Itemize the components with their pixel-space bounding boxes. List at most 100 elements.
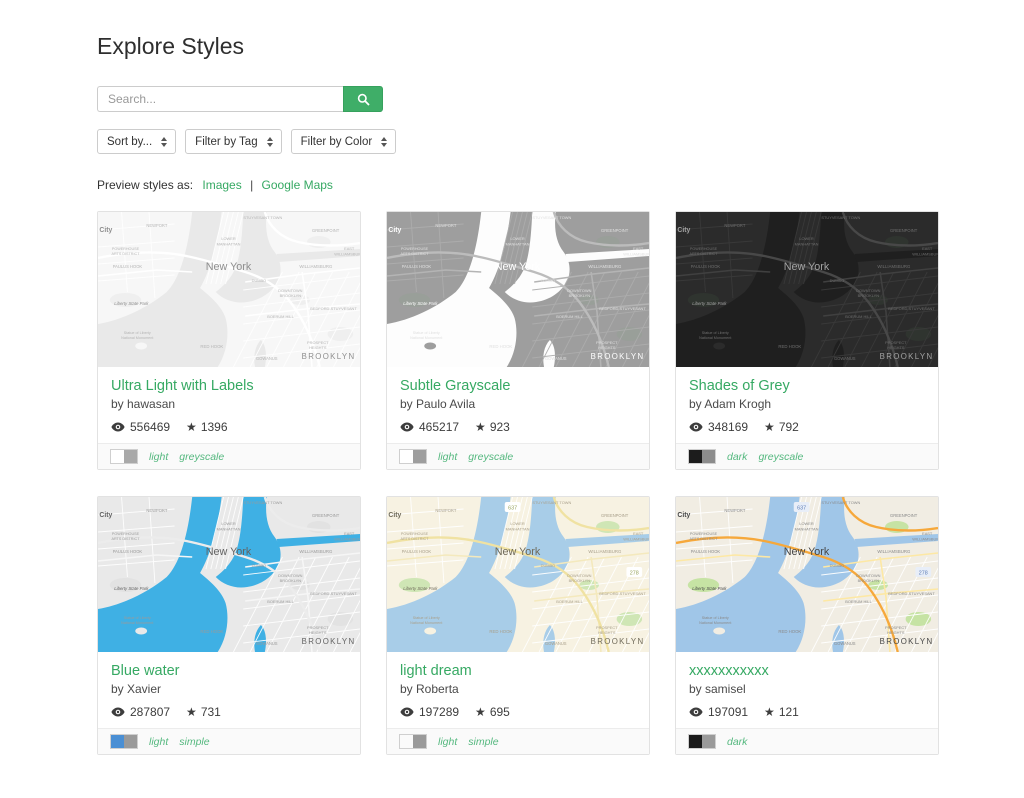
preview-as-maps-link[interactable]: Google Maps <box>262 178 333 192</box>
style-title-link[interactable]: Subtle Grayscale <box>400 378 636 394</box>
svg-text:ARTS DISTRICT: ARTS DISTRICT <box>111 537 140 541</box>
swatch-color <box>124 735 137 748</box>
style-tag[interactable]: light <box>438 451 457 463</box>
style-card: 278 637 City NEWPORT STUYVESANT TOWN GRE… <box>97 211 361 470</box>
svg-text:Statue of Liberty: Statue of Liberty <box>413 616 440 620</box>
style-card-footer: light greyscale <box>98 443 360 469</box>
svg-text:BEDFORD-STUYVESANT: BEDFORD-STUYVESANT <box>310 591 357 596</box>
preview-as-images-link[interactable]: Images <box>202 178 241 192</box>
style-title-link[interactable]: Blue water <box>111 663 347 679</box>
svg-text:LOWER: LOWER <box>510 236 525 241</box>
style-author: by Roberta <box>400 682 459 696</box>
svg-text:WILLIAMSBURG: WILLIAMSBURG <box>299 549 333 554</box>
style-author: by hawasan <box>111 397 176 411</box>
svg-text:GREENPOINT: GREENPOINT <box>890 513 918 518</box>
search-button[interactable] <box>343 86 383 112</box>
svg-text:278: 278 <box>919 285 928 291</box>
style-tag[interactable]: light <box>438 736 457 748</box>
map-preview[interactable]: 278 637 City NEWPORT STUYVESANT TOWN GRE… <box>387 497 649 652</box>
svg-text:BEDFORD-STUYVESANT: BEDFORD-STUYVESANT <box>310 306 357 311</box>
style-card: 278 637 City NEWPORT STUYVESANT TOWN GRE… <box>386 211 650 470</box>
svg-text:BEDFORD-STUYVESANT: BEDFORD-STUYVESANT <box>888 306 935 311</box>
filter-by-tag-select[interactable]: Filter by Tag <box>185 129 282 154</box>
svg-text:City: City <box>99 227 112 234</box>
preview-as-row: Preview styles as: Images | Google Maps <box>97 178 870 192</box>
style-tag[interactable]: dark <box>727 451 747 463</box>
svg-text:637: 637 <box>797 220 806 226</box>
explore-styles-page: Explore Styles Sort by... Filter by Tag <box>0 0 1024 798</box>
style-card-footer: light simple <box>387 728 649 754</box>
style-color-swatch <box>688 449 716 464</box>
svg-text:RED HOOK: RED HOOK <box>778 344 801 349</box>
svg-text:LOWER: LOWER <box>221 521 236 526</box>
svg-text:WILLIAMSBURG: WILLIAMSBURG <box>623 251 649 256</box>
search-input[interactable] <box>97 86 343 112</box>
svg-text:RED HOOK: RED HOOK <box>489 344 512 349</box>
svg-text:637: 637 <box>508 505 517 511</box>
svg-text:National Monument: National Monument <box>699 621 732 625</box>
svg-text:ARTS DISTRICT: ARTS DISTRICT <box>689 252 718 256</box>
svg-text:POWERHOUSE: POWERHOUSE <box>690 247 718 251</box>
svg-text:BOERUM HILL: BOERUM HILL <box>556 314 583 319</box>
svg-text:BROOKLYN: BROOKLYN <box>858 578 880 583</box>
style-color-swatch <box>399 449 427 464</box>
style-stats: 556469 ★ 1396 <box>111 420 347 434</box>
svg-text:GREENPOINT: GREENPOINT <box>312 513 340 518</box>
style-tag[interactable]: light <box>149 736 168 748</box>
svg-text:GREENPOINT: GREENPOINT <box>601 228 629 233</box>
svg-text:GOWANUS: GOWANUS <box>834 641 856 646</box>
star-icon: ★ <box>475 705 486 719</box>
svg-text:ARTS DISTRICT: ARTS DISTRICT <box>400 537 429 541</box>
style-tag[interactable]: greyscale <box>758 451 803 463</box>
style-tag[interactable]: greyscale <box>179 451 224 463</box>
style-tag[interactable]: light <box>149 451 168 463</box>
map-preview[interactable]: 278 637 City NEWPORT STUYVESANT TOWN GRE… <box>98 497 360 652</box>
svg-text:LOWER: LOWER <box>221 236 236 241</box>
style-tag[interactable]: simple <box>468 736 498 748</box>
map-preview[interactable]: 278 637 City NEWPORT STUYVESANT TOWN GRE… <box>676 497 938 652</box>
svg-text:DUMBO: DUMBO <box>541 278 556 283</box>
svg-text:MANHATTAN: MANHATTAN <box>506 526 530 531</box>
map-preview[interactable]: 278 637 City NEWPORT STUYVESANT TOWN GRE… <box>676 212 938 367</box>
svg-text:NEWPORT: NEWPORT <box>435 508 456 513</box>
favorites-count: 923 <box>489 420 510 434</box>
style-card: 278 637 City NEWPORT STUYVESANT TOWN GRE… <box>386 496 650 755</box>
svg-text:GOWANUS: GOWANUS <box>545 356 567 361</box>
svg-text:HEIGHTS: HEIGHTS <box>598 630 616 635</box>
sort-by-select[interactable]: Sort by... <box>97 129 177 154</box>
svg-text:NEWPORT: NEWPORT <box>724 223 745 228</box>
svg-text:Liberty State Park: Liberty State Park <box>692 301 727 306</box>
svg-text:City: City <box>388 512 401 519</box>
select-arrows-icon <box>161 136 168 147</box>
style-title-link[interactable]: xxxxxxxxxxx <box>689 663 925 679</box>
map-preview[interactable]: 278 637 City NEWPORT STUYVESANT TOWN GRE… <box>387 212 649 367</box>
style-stats: 287807 ★ 731 <box>111 705 347 719</box>
swatch-color <box>413 735 426 748</box>
swatch-color <box>702 735 715 748</box>
svg-text:City: City <box>99 512 112 519</box>
style-card: 278 637 City NEWPORT STUYVESANT TOWN GRE… <box>675 496 939 755</box>
style-tag[interactable]: dark <box>727 736 747 748</box>
svg-text:RED HOOK: RED HOOK <box>200 344 223 349</box>
style-tag[interactable]: simple <box>179 736 209 748</box>
search-icon <box>357 93 370 106</box>
svg-text:STUYVESANT TOWN: STUYVESANT TOWN <box>821 500 860 505</box>
style-title-link[interactable]: Ultra Light with Labels <box>111 378 347 394</box>
views-count: 465217 <box>419 420 460 434</box>
style-title-link[interactable]: Shades of Grey <box>689 378 925 394</box>
svg-text:NEWPORT: NEWPORT <box>724 508 745 513</box>
svg-text:Statue of Liberty: Statue of Liberty <box>124 331 151 335</box>
style-card-footer: light simple <box>98 728 360 754</box>
svg-text:Liberty State Park: Liberty State Park <box>403 301 438 306</box>
filter-by-color-select[interactable]: Filter by Color <box>290 129 397 154</box>
swatch-color <box>111 450 124 463</box>
map-preview[interactable]: 278 637 City NEWPORT STUYVESANT TOWN GRE… <box>98 212 360 367</box>
svg-text:NEWPORT: NEWPORT <box>435 223 456 228</box>
svg-text:WILLIAMSBURG: WILLIAMSBURG <box>588 264 622 269</box>
views-count: 197289 <box>419 705 460 719</box>
svg-text:New York: New York <box>206 546 252 558</box>
style-tag[interactable]: greyscale <box>468 451 513 463</box>
style-color-swatch <box>110 449 138 464</box>
svg-text:POWERHOUSE: POWERHOUSE <box>112 247 140 251</box>
style-title-link[interactable]: light dream <box>400 663 636 679</box>
